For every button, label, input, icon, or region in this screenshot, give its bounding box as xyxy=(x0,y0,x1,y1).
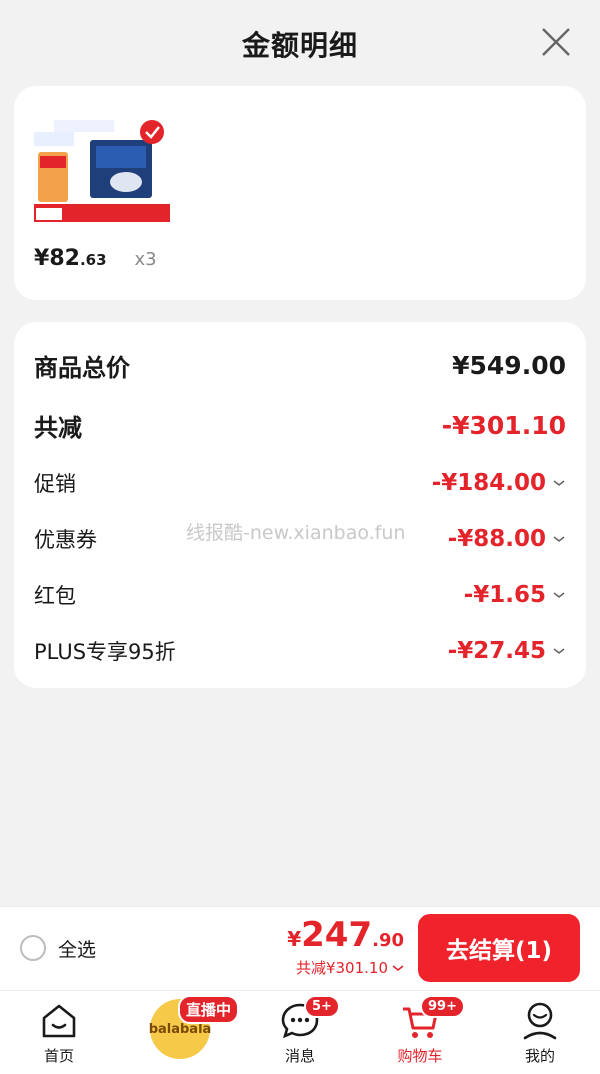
product-price-currency: ¥ xyxy=(34,246,50,271)
plus-discount-value: -¥27.45 xyxy=(447,638,546,664)
product-quantity: x3 xyxy=(134,249,157,270)
checkout-button[interactable]: 去结算(1) xyxy=(418,914,580,982)
chevron-down-icon[interactable] xyxy=(552,534,566,544)
checkout-total-decimal: .90 xyxy=(372,930,404,951)
tab-messages-label: 消息 xyxy=(284,1047,315,1065)
promotion-row[interactable]: 促销 -¥184.00 xyxy=(34,468,566,498)
checkout-discount-text: 共减¥301.10 xyxy=(295,959,388,977)
subtotal-row: 商品总价 ¥549.00 xyxy=(34,348,566,383)
user-icon xyxy=(523,1002,557,1040)
checkout-total: ¥ 247 .90 xyxy=(287,915,404,955)
subtotal-value: ¥549.00 xyxy=(452,351,566,380)
live-badge: 直播中 xyxy=(178,995,240,1024)
red-packet-label: 红包 xyxy=(34,584,76,608)
red-packet-row[interactable]: 红包 -¥1.65 xyxy=(34,580,566,610)
promotion-label: 促销 xyxy=(34,472,76,496)
coupon-value: -¥88.00 xyxy=(447,526,546,552)
plus-discount-label: PLUS专享95折 xyxy=(34,640,176,664)
promotion-value: -¥184.00 xyxy=(431,470,546,496)
watermark-text: 线报酷-new.xianbao.fun xyxy=(186,522,406,544)
modal-title: 金额明细 xyxy=(241,29,358,62)
product-price-row: ¥ 82 .63 x3 xyxy=(34,246,157,271)
chevron-down-icon[interactable] xyxy=(552,590,566,600)
total-reduction-row: 共减 -¥301.10 xyxy=(34,408,566,443)
tab-home-label: 首页 xyxy=(43,1047,74,1065)
product-card: ¥ 82 .63 x3 xyxy=(14,86,586,300)
modal-header: 金额明细 xyxy=(0,0,600,86)
tab-cart-label: 购物车 xyxy=(397,1047,443,1065)
total-reduction-value: -¥301.10 xyxy=(441,411,566,440)
messages-badge: 5+ xyxy=(304,995,340,1018)
checkout-total-integer: 247 xyxy=(301,915,373,955)
tab-mine[interactable]: 我的 xyxy=(490,991,590,1074)
total-reduction-label: 共减 xyxy=(34,414,82,442)
close-icon[interactable] xyxy=(540,26,572,58)
coupon-label: 优惠券 xyxy=(34,528,97,552)
product-price-integer: 82 xyxy=(49,246,80,271)
home-icon xyxy=(42,1004,76,1038)
chevron-down-icon[interactable] xyxy=(552,646,566,656)
bottom-tab-bar: 首页 balabala 直播中 消息 5+ 购物车 99+ 我的 xyxy=(0,990,600,1074)
subtotal-label: 商品总价 xyxy=(34,354,130,382)
product-price-decimal: .63 xyxy=(79,251,107,269)
checkout-bar: 全选 ¥ 247 .90 共减¥301.10 去结算(1) xyxy=(0,906,600,990)
product-thumbnail[interactable] xyxy=(34,112,170,222)
chevron-down-icon xyxy=(392,964,404,971)
checkout-total-currency: ¥ xyxy=(287,927,302,951)
chevron-down-icon[interactable] xyxy=(552,478,566,488)
select-all-label[interactable]: 全选 xyxy=(58,935,96,962)
cart-badge: 99+ xyxy=(420,995,465,1018)
plus-discount-row[interactable]: PLUS专享95折 -¥27.45 xyxy=(34,636,566,666)
amount-detail-card: 商品总价 ¥549.00 共减 -¥301.10 促销 -¥184.00 优惠券… xyxy=(14,322,586,688)
checkout-discount-toggle[interactable]: 共减¥301.10 xyxy=(296,957,404,978)
tab-mine-label: 我的 xyxy=(524,1047,555,1065)
red-packet-value: -¥1.65 xyxy=(463,582,546,608)
tab-home[interactable]: 首页 xyxy=(9,991,109,1074)
select-all-checkbox[interactable] xyxy=(20,935,46,961)
